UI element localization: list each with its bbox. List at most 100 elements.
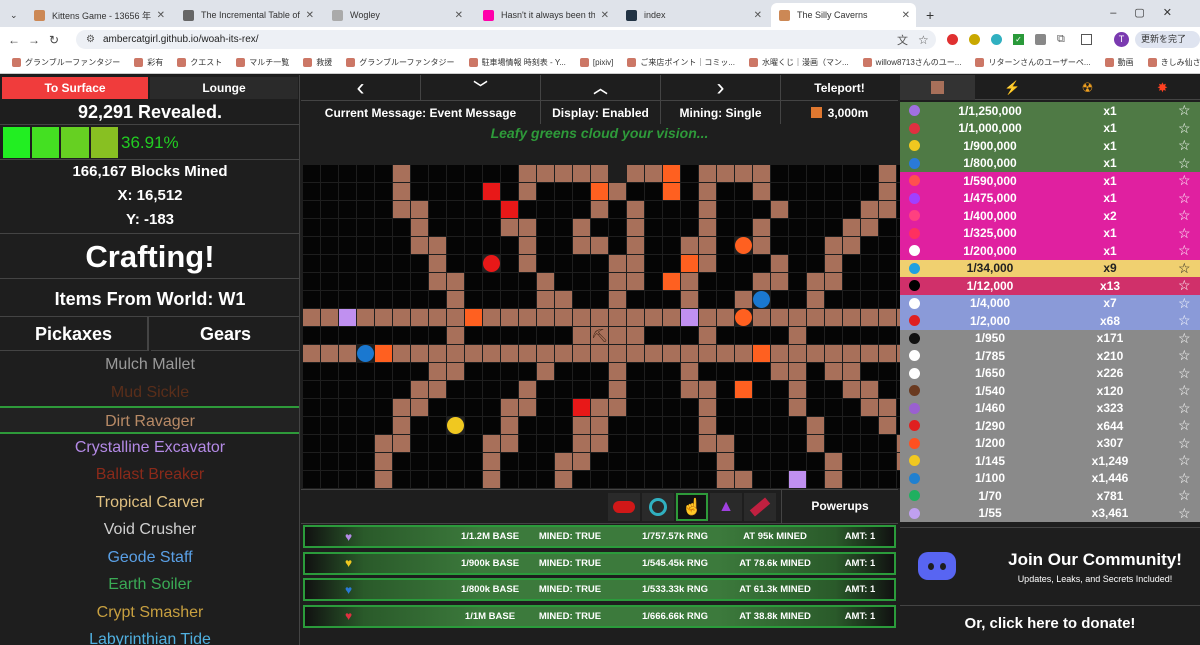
radar-powerup-icon[interactable] <box>642 493 674 521</box>
tool-item[interactable]: Crypt Smasher <box>0 599 299 627</box>
powerups-button[interactable]: Powerups <box>781 490 898 523</box>
favorite-star-icon[interactable]: ☆ <box>1178 417 1191 434</box>
powerup-row[interactable]: ♥ 1/800k BASE MINED: TRUE 1/533.33k RNG AT 6… <box>303 578 896 601</box>
ore-row[interactable]: 1/800,000 x1 ☆ <box>900 154 1200 172</box>
side-panel-icon[interactable] <box>1081 34 1092 45</box>
tool-item[interactable]: Geode Staff <box>0 544 299 572</box>
mining-mode[interactable]: Mining: Single <box>661 100 781 124</box>
powerup-row[interactable]: ♥ 1/1M BASE MINED: TRUE 1/666.66k RNG AT 38.… <box>303 604 896 628</box>
bookmark-item[interactable]: マルチ一覧 <box>236 57 289 68</box>
mine-grid[interactable]: ⛏ <box>301 165 986 489</box>
bookmark-item[interactable]: クエスト <box>177 57 222 68</box>
favorite-star-icon[interactable]: ☆ <box>1178 172 1191 189</box>
tab-gears[interactable]: Gears <box>151 317 299 351</box>
tool-item[interactable]: Mulch Mallet <box>0 351 299 379</box>
bookmark-item[interactable]: 動画 <box>1104 57 1134 68</box>
browser-tab[interactable]: index ✕ <box>618 3 768 27</box>
favorite-star-icon[interactable]: ☆ <box>1178 505 1191 522</box>
extension-teal-icon[interactable] <box>991 34 1002 45</box>
favorite-star-icon[interactable]: ☆ <box>1178 452 1191 469</box>
ore-row[interactable]: 1/70 x781 ☆ <box>900 487 1200 505</box>
bookmark-item[interactable]: 彩有 <box>134 57 163 68</box>
ore-row[interactable]: 1/1,250,000 x1 ☆ <box>900 102 1200 120</box>
crafting-title[interactable]: Crafting! <box>0 233 299 279</box>
items-from-world[interactable]: Items From World: W1 <box>0 281 299 317</box>
browser-tab[interactable]: Wogley ✕ <box>324 3 469 27</box>
favorite-star-icon[interactable]: ☆ <box>1178 382 1191 399</box>
reload-icon[interactable]: ↻ <box>44 33 64 47</box>
favorite-star-icon[interactable]: ☆ <box>1178 365 1191 382</box>
hand-powerup-icon[interactable]: ☝ <box>676 493 708 521</box>
favorite-star-icon[interactable]: ☆ <box>1178 102 1191 119</box>
favorite-star-icon[interactable]: ☆ <box>1178 225 1191 242</box>
ore-row[interactable]: 1/34,000 x9 ☆ <box>900 259 1200 277</box>
ore-row[interactable]: 1/100 x1,446 ☆ <box>900 469 1200 487</box>
browser-tab[interactable]: The Silly Caverns ✕ <box>771 3 916 27</box>
tab-brick-icon[interactable] <box>900 75 975 100</box>
favorite-star-icon[interactable]: ☆ <box>1178 260 1191 277</box>
ore-row[interactable]: 1/590,000 x1 ☆ <box>900 172 1200 190</box>
teleport-button[interactable]: Teleport! <box>781 75 898 100</box>
bookmark-item[interactable]: リターンさんのユーザーペ... <box>975 57 1091 68</box>
favorite-star-icon[interactable]: ☆ <box>1178 400 1191 417</box>
tool-item[interactable]: Crystalline Excavator <box>0 434 299 462</box>
display-toggle[interactable]: Display: Enabled <box>541 100 661 124</box>
ore-row[interactable]: 1/2,000 x68 ☆ <box>900 312 1200 330</box>
ore-row[interactable]: 1/290 x644 ☆ <box>900 417 1200 435</box>
favorite-star-icon[interactable]: ☆ <box>1178 470 1191 487</box>
prev-button[interactable]: ‹ <box>301 74 421 101</box>
extension-icon[interactable] <box>1035 34 1046 45</box>
extension-yellow-icon[interactable] <box>969 34 980 45</box>
bookmark-item[interactable]: 水曜くじ｜漫画（マン... <box>749 57 849 68</box>
bookmark-item[interactable]: グランブルーファンタジー <box>346 57 455 68</box>
new-tab-button[interactable]: + <box>918 3 938 27</box>
ore-row[interactable]: 1/325,000 x1 ☆ <box>900 224 1200 242</box>
depth-readout[interactable]: 3,000m <box>781 100 898 124</box>
tool-item[interactable]: Earth Soiler <box>0 571 299 599</box>
next-button[interactable]: › <box>661 74 781 101</box>
profile-avatar[interactable]: T <box>1114 32 1129 47</box>
extension-red-icon[interactable] <box>947 34 958 45</box>
tab-close-icon[interactable]: ✕ <box>157 10 165 21</box>
powerup-row[interactable]: ♥ 1/900k BASE MINED: TRUE 1/545.45k RNG AT 7… <box>303 551 896 575</box>
bookmark-item[interactable]: グランブルーファンタジー <box>12 57 120 68</box>
update-button[interactable]: 更新を完了 ⋮ <box>1135 31 1200 61</box>
bookmark-item[interactable]: [pixiv] <box>579 58 613 67</box>
bookmark-star-icon[interactable]: ☆ <box>918 33 929 47</box>
favorite-star-icon[interactable]: ☆ <box>1178 435 1191 452</box>
bookmark-item[interactable]: ご来店ポイント｜コミッ... <box>627 57 735 68</box>
bookmark-item[interactable]: 救援 <box>303 57 332 68</box>
tab-close-icon[interactable]: ✕ <box>902 10 910 21</box>
favorite-star-icon[interactable]: ☆ <box>1178 120 1191 137</box>
ore-row[interactable]: 1/400,000 x2 ☆ <box>900 207 1200 225</box>
url-field[interactable]: ⚙ ambercatgirl.github.io/woah-its-rex/ <box>76 30 936 49</box>
collapse-down-button[interactable]: ﹀ <box>421 75 541 100</box>
favorite-star-icon[interactable]: ☆ <box>1178 207 1191 224</box>
translate-icon[interactable]: 文 <box>897 32 908 48</box>
ore-row[interactable]: 1/460 x323 ☆ <box>900 399 1200 417</box>
tab-search-icon[interactable]: ⌄ <box>2 3 24 27</box>
powerup-row[interactable]: ♥ 1/1.2M BASE MINED: TRUE 1/757.57k RNG AT 9… <box>303 525 896 548</box>
favorite-star-icon[interactable]: ☆ <box>1178 312 1191 329</box>
site-info-icon[interactable]: ⚙ <box>86 34 95 45</box>
lounge-button[interactable]: Lounge <box>150 77 298 99</box>
tab-pickaxes[interactable]: Pickaxes <box>0 317 149 351</box>
community-banner[interactable]: Join Our Community! Updates, Leaks, and … <box>900 527 1200 605</box>
browser-tab[interactable]: The Incremental Table of Eleme ✕ <box>175 3 320 27</box>
tab-close-icon[interactable]: ✕ <box>601 10 609 21</box>
forward-icon[interactable]: → <box>24 33 44 47</box>
collapse-up-button[interactable]: ︿ <box>541 75 661 100</box>
favorite-star-icon[interactable]: ☆ <box>1178 295 1191 312</box>
bookmark-item[interactable]: willow8713さんのユー... <box>862 57 961 68</box>
bookmark-item[interactable]: きしみ仙さんのユーザ... <box>1147 57 1200 68</box>
tab-radiation-icon[interactable]: ☢ <box>1050 75 1125 100</box>
tab-close-icon[interactable]: ✕ <box>306 10 314 21</box>
favorite-star-icon[interactable]: ☆ <box>1178 347 1191 364</box>
ore-row[interactable]: 1/650 x226 ☆ <box>900 364 1200 382</box>
favorite-star-icon[interactable]: ☆ <box>1178 487 1191 504</box>
tool-item[interactable]: Void Crusher <box>0 516 299 544</box>
extension-check-icon[interactable]: ✓ <box>1013 34 1024 45</box>
bookmark-item[interactable]: 駐車場情報 時刻表 - Y... <box>468 57 566 68</box>
back-icon[interactable]: ← <box>4 33 24 47</box>
tool-item[interactable]: Tropical Carver <box>0 489 299 517</box>
